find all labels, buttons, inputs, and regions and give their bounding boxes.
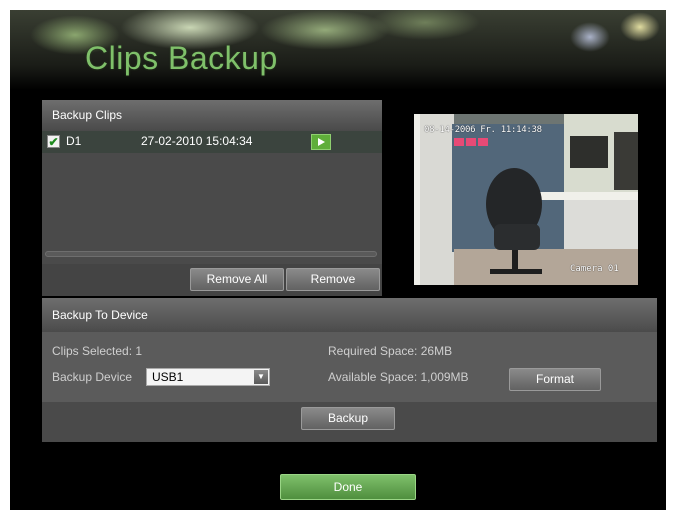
clip-channel: D1 (66, 134, 82, 148)
backup-device-value: USB1 (152, 370, 184, 384)
page-title: Clips Backup (85, 40, 278, 76)
backup-clips-header: Backup Clips (42, 100, 382, 130)
preview-timestamp: 08-14-2006 Fr. 11:14:38 (424, 125, 542, 135)
clips-scrollbar[interactable] (45, 251, 377, 257)
clips-list: ✔ D1 27-02-2010 15:04:34 (42, 130, 382, 264)
backup-device-select[interactable]: USB1 ▼ (146, 368, 270, 386)
backup-device-label: Backup Device (52, 370, 133, 384)
format-button[interactable]: Format (509, 368, 601, 391)
chevron-down-icon[interactable]: ▼ (254, 370, 268, 384)
backup-to-device-header: Backup To Device (42, 298, 657, 332)
remove-all-button[interactable]: Remove All (190, 268, 284, 291)
remove-button[interactable]: Remove (286, 268, 380, 291)
required-space-label: Required Space: 26MB (328, 344, 453, 358)
clips-button-bar: Remove All Remove (42, 264, 382, 296)
done-button[interactable]: Done (280, 474, 416, 500)
clip-time: 27-02-2010 15:04:34 (141, 134, 253, 148)
video-preview: 08-14-2006 Fr. 11:14:38 Camera 01 (414, 114, 638, 285)
preview-camera-label: Camera 01 (570, 264, 619, 274)
app-screen: Clips Backup Backup Clips ✔ D1 27-02-201… (10, 10, 666, 510)
preview-scene (414, 114, 638, 285)
device-button-bar: Backup (42, 402, 657, 442)
backup-button[interactable]: Backup (301, 407, 395, 430)
header-banner: Clips Backup (10, 10, 666, 90)
clip-checkbox[interactable]: ✔ (47, 135, 60, 148)
play-icon[interactable] (311, 134, 331, 150)
clip-row[interactable]: ✔ D1 27-02-2010 15:04:34 (42, 131, 382, 153)
available-space-label: Available Space: 1,009MB (328, 370, 469, 384)
backup-device-panel: Clips Selected: 1 Backup Device USB1 ▼ R… (42, 332, 657, 402)
clips-selected-label: Clips Selected: 1 (52, 344, 143, 358)
